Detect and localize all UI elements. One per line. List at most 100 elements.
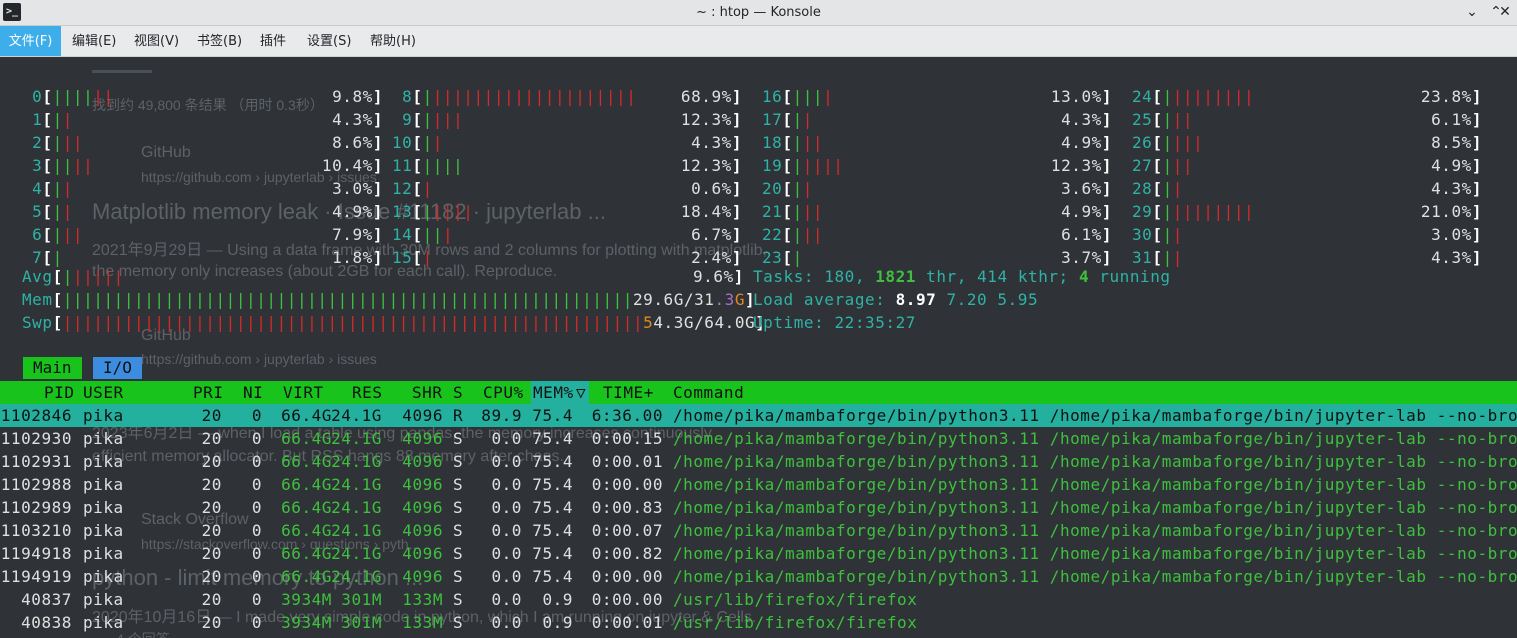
menu-settings[interactable]: 设置(S) — [303, 26, 355, 56]
cell-cpu: 0.0 — [491, 544, 522, 563]
cell-res: 24.1G — [331, 406, 382, 425]
col-ni[interactable]: NI — [243, 381, 263, 404]
cpu-meter-bar-green: | — [422, 110, 433, 129]
cpu-meter: 2[||| — [22, 133, 84, 152]
cpu-meter-value: 13.0%] — [1050, 87, 1112, 106]
cpu-meter: 13[||||| — [392, 202, 474, 221]
cell-virt: 66.4G — [281, 498, 332, 517]
cpu-meter-bar-green: | — [792, 110, 803, 129]
ghost-results: 找到约 49,800 条结果 （用时 0.3秒） — [92, 97, 324, 113]
cell-cmd: /home/pika/mambaforge/bin/python3.11 /ho… — [673, 498, 1517, 517]
mem-meter: Mem[||||||||||||||||||||||||||||||||||||… — [22, 290, 756, 309]
cpu-meter-value: 8.6%] — [332, 133, 383, 152]
menu-plugins[interactable]: 插件 — [256, 26, 290, 56]
cpu-meter-value: 9.8%] — [332, 87, 383, 106]
avg-meter: Avg[|||||| — [22, 267, 124, 286]
col-pid[interactable]: PID — [44, 381, 75, 404]
cell-virt: 3934M — [281, 613, 332, 632]
process-row[interactable]: 40838 pika 20 0 3934M 301M 133M S 0.0 0.9 0:00.01 /… — [0, 611, 1517, 634]
col-res[interactable]: RES — [352, 381, 383, 404]
cell-user: pika — [83, 429, 124, 448]
process-row[interactable]: 1102931 pika 20 0 66.4G 24.1G 4096 S 0.0 75.4 0:00… — [0, 450, 1517, 473]
cpu-meter-bar-green: | — [1162, 202, 1173, 221]
cpu-meter-label: 22 — [762, 225, 783, 244]
col-time[interactable]: TIME+ — [603, 381, 654, 404]
cpu-meter-bar-green: | — [422, 87, 433, 106]
cell-ni: 0 — [251, 590, 262, 609]
cpu-meter-bar-red: |||||||| — [1172, 202, 1255, 221]
cpu-meter-label: 19 — [762, 156, 783, 175]
sort-descending-icon[interactable]: ▽ — [576, 381, 586, 404]
col-shr[interactable]: SHR — [412, 381, 443, 404]
cell-user: pika — [83, 544, 124, 563]
cell-mem: 75.4 — [532, 544, 573, 563]
cell-pid: 1102846 — [0, 406, 72, 425]
cell-virt: 66.4G — [281, 521, 332, 540]
col-virt[interactable]: VIRT — [283, 381, 324, 404]
cpu-meter-bar-red: | — [62, 110, 73, 129]
cell-virt: 66.4G — [281, 452, 332, 471]
cell-pid: 1102930 — [0, 429, 72, 448]
cpu-meter-bar-red: | — [422, 248, 433, 267]
ghost-snippet1b: the memory only increases (about 2GB for… — [92, 263, 558, 280]
process-row[interactable]: 1102988 pika 20 0 66.4G 24.1G 4096 S 0.0 75.4 0:00… — [0, 473, 1517, 496]
menu-edit[interactable]: 编辑(E) — [68, 26, 120, 56]
cell-s: S — [453, 590, 464, 609]
close-icon[interactable]: ✕ — [1495, 2, 1515, 22]
cell-virt: 3934M — [281, 590, 332, 609]
process-row[interactable]: 1102930 pika 20 0 66.4G 24.1G 4096 S 0.0 75.4 0:00… — [0, 427, 1517, 450]
col-cpu[interactable]: CPU% — [483, 381, 524, 404]
cell-pid: 1102988 — [0, 475, 72, 494]
col-pri[interactable]: PRI — [193, 381, 224, 404]
cell-time: 0:00.07 — [591, 521, 663, 540]
cell-shr: 4096 — [402, 567, 443, 586]
col-mem[interactable]: MEM% — [533, 381, 574, 404]
cpu-meter-bar-green: | — [422, 133, 433, 152]
menu-file[interactable]: 文件(F) — [0, 26, 61, 56]
tab-main[interactable]: Main — [23, 357, 82, 379]
col-command[interactable]: Command — [673, 381, 744, 404]
cell-time: 0:00.00 — [591, 567, 663, 586]
cpu-meter-label: 0 — [22, 87, 43, 106]
cpu-meter-label: 20 — [762, 179, 783, 198]
terminal-view[interactable]: 找到约 49,800 条结果 （用时 0.3秒） GitHub https://… — [0, 57, 1517, 638]
cell-shr: 4096 — [402, 498, 443, 517]
cpu-meter-label: 21 — [762, 202, 783, 221]
process-row[interactable]: 1102989 pika 20 0 66.4G 24.1G 4096 S 0.0 75.4 0:00… — [0, 496, 1517, 519]
cell-pri: 20 — [201, 567, 222, 586]
cpu-meter: 9[|||| — [392, 110, 464, 129]
menu-bookmarks[interactable]: 书签(B) — [193, 26, 246, 56]
cell-ni: 0 — [251, 452, 262, 471]
cell-shr: 4096 — [402, 544, 443, 563]
cell-res: 24.1G — [331, 521, 382, 540]
cell-shr: 4096 — [402, 452, 443, 471]
cell-virt: 66.4G — [281, 567, 332, 586]
cell-mem: 75.4 — [532, 498, 573, 517]
cell-pri: 20 — [201, 590, 222, 609]
process-row[interactable]: 1102846 pika 20 0 66.4G 24.1G 4096 R 89.9 75.4 6:3… — [0, 404, 1517, 427]
cell-time: 0:00.83 — [591, 498, 663, 517]
cpu-meter-bar-red: | — [823, 87, 834, 106]
title-bar[interactable]: >_ ~ : htop — Konsole ⌄ ⌃ ✕ — [0, 0, 1517, 26]
ghost-url2: https://github.com › jupyterlab › issues — [141, 351, 377, 367]
menu-view[interactable]: 视图(V) — [130, 26, 183, 56]
process-row[interactable]: 1194918 pika 20 0 66.4G 24.1G 4096 S 0.0 75.4 0:00… — [0, 542, 1517, 565]
col-user[interactable]: USER — [83, 381, 124, 404]
process-row[interactable]: 40837 pika 20 0 3934M 301M 133M S 0.0 0.9 0:00.00 /… — [0, 588, 1517, 611]
tab-io[interactable]: I/O — [93, 357, 142, 379]
chevron-down-icon[interactable]: ⌄ — [1461, 2, 1483, 22]
cpu-meter-label: 18 — [762, 133, 783, 152]
cpu-meter-value: 7.9%] — [332, 225, 383, 244]
menu-help[interactable]: 帮助(H) — [366, 26, 420, 56]
cell-user: pika — [83, 452, 124, 471]
process-row[interactable]: 1103210 pika 20 0 66.4G 24.1G 4096 S 0.0 75.4 0:00… — [0, 519, 1517, 542]
process-row[interactable]: 1194919 pika 20 0 66.4G 24.1G 4096 S 0.0 75.4 0:00… — [0, 565, 1517, 588]
cpu-meter-value: 12.3%] — [680, 156, 742, 175]
cell-shr: 4096 — [402, 521, 443, 540]
cell-cmd: /home/pika/mambaforge/bin/python3.11 /ho… — [673, 521, 1517, 540]
ghost-tab-underline — [92, 70, 152, 73]
col-s[interactable]: S — [453, 381, 463, 404]
cpu-meter-bar-green: | — [792, 202, 803, 221]
cell-pri: 20 — [201, 429, 222, 448]
cpu-meter: 20[|| — [762, 179, 813, 198]
